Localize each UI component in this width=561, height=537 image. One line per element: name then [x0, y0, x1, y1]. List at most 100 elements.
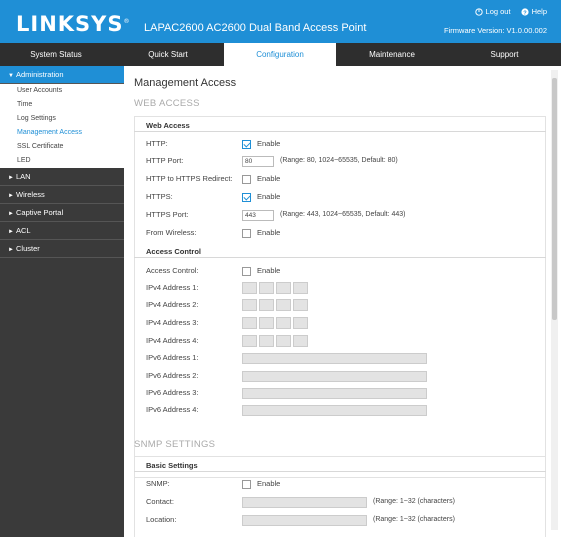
ipv4-octet-input[interactable] [276, 299, 291, 311]
sidebar-item-led[interactable]: LED [0, 154, 124, 168]
scrollbar-thumb[interactable] [552, 78, 557, 320]
vertical-scrollbar[interactable] [551, 70, 558, 530]
https-port-input[interactable]: 443 [242, 209, 274, 221]
ipv6-input[interactable] [242, 387, 427, 399]
ipv4-octet-input[interactable] [293, 299, 308, 311]
caret-down-icon: ▼ [8, 73, 14, 79]
https-port-label: HTTPS Port: [146, 210, 189, 219]
logout-link[interactable]: Log out [474, 7, 511, 16]
administration-submenu: User Accounts Time Log Settings Manageme… [0, 84, 124, 168]
ipv4-octet-input[interactable] [293, 317, 308, 329]
caret-right-icon: ► [8, 211, 14, 217]
ipv4-octet-input[interactable] [242, 282, 257, 294]
http-label: HTTP: [146, 139, 168, 148]
power-icon [474, 7, 483, 16]
help-icon: ? [520, 7, 529, 16]
main-content: Management Access WEB ACCESS Web Access … [124, 66, 561, 537]
ipv6-label: IPv6 Address 1: [146, 353, 199, 362]
sidebar-item-wireless[interactable]: ► Wireless [0, 186, 124, 204]
tab-system-status[interactable]: System Status [0, 43, 112, 66]
sidebar-item-captive-portal[interactable]: ► Captive Portal [0, 204, 124, 222]
access-control-enable-label: Enable [257, 266, 281, 275]
help-label: Help [531, 7, 547, 16]
sidebar-item-ssl-certificate[interactable]: SSL Certificate [0, 140, 124, 154]
ipv4-octet-input[interactable] [242, 299, 257, 311]
http-port-hint: (Range: 80, 1024~65535, Default: 80) [280, 157, 398, 164]
ipv4-octet-input[interactable] [242, 335, 257, 347]
https-port-hint: (Range: 443, 1024~65535, Default: 443) [280, 211, 406, 218]
ipv4-octet-input[interactable] [276, 335, 291, 347]
sidebar-item-user-accounts[interactable]: User Accounts [0, 84, 124, 98]
https-label: HTTPS: [146, 192, 173, 201]
snmp-section-title: SNMP SETTINGS [134, 439, 216, 450]
access-control-checkbox[interactable] [242, 266, 251, 276]
tab-quick-start[interactable]: Quick Start [112, 43, 224, 66]
sidebar-item-management-access[interactable]: Management Access [0, 126, 124, 140]
sidebar-item-cluster[interactable]: ► Cluster [0, 240, 124, 258]
tab-configuration[interactable]: Configuration [224, 43, 336, 66]
product-title: LAPAC2600 AC2600 Dual Band Access Point [144, 22, 367, 34]
ipv4-octet-input[interactable] [276, 317, 291, 329]
ipv6-label: IPv6 Address 2: [146, 371, 199, 380]
ipv6-input[interactable] [242, 404, 427, 416]
from-wireless-label: From Wireless: [146, 228, 197, 237]
http-checkbox[interactable] [242, 139, 251, 149]
contact-hint: (Range: 1~32 (characters) [373, 498, 455, 505]
snmp-label: SNMP: [146, 479, 170, 488]
from-wireless-enable-label: Enable [257, 228, 281, 237]
from-wireless-checkbox[interactable] [242, 228, 251, 238]
caret-right-icon: ► [8, 229, 14, 235]
ipv4-octet-input[interactable] [259, 317, 274, 329]
tab-maintenance[interactable]: Maintenance [336, 43, 448, 66]
svg-text:?: ? [523, 10, 527, 16]
access-control-subhead: Access Control [134, 245, 546, 258]
sidebar-item-lan[interactable]: ► LAN [0, 168, 124, 186]
https-enable-label: Enable [257, 192, 281, 201]
ipv4-octet-input[interactable] [293, 282, 308, 294]
page-title: Management Access [134, 77, 237, 89]
contact-input[interactable] [242, 496, 367, 508]
ipv4-octet-input[interactable] [259, 335, 274, 347]
http-port-input[interactable]: 80 [242, 155, 274, 167]
main-nav: System Status Quick Start Configuration … [0, 43, 561, 66]
http-enable-label: Enable [257, 139, 281, 148]
ipv6-input[interactable] [242, 352, 427, 364]
ipv4-label: IPv4 Address 2: [146, 300, 199, 309]
help-link[interactable]: ? Help [520, 7, 547, 16]
sidebar-item-administration[interactable]: ▼ Administration [0, 66, 124, 84]
sidebar-item-acl[interactable]: ► ACL [0, 222, 124, 240]
http-redirect-label: HTTP to HTTPS Redirect: [146, 174, 233, 183]
http-port-label: HTTP Port: [146, 156, 184, 165]
firmware-version: Firmware Version: V1.0.00.002 [444, 26, 547, 35]
caret-right-icon: ► [8, 247, 14, 253]
web-access-panel [134, 116, 546, 478]
ipv4-label: IPv4 Address 4: [146, 336, 199, 345]
ipv4-label: IPv4 Address 3: [146, 318, 199, 327]
http-redirect-checkbox[interactable] [242, 174, 251, 184]
location-input[interactable] [242, 514, 367, 526]
sidebar-item-time[interactable]: Time [0, 98, 124, 112]
ipv4-octet-input[interactable] [259, 282, 274, 294]
location-label: Location: [146, 515, 177, 524]
ipv4-octet-input[interactable] [293, 335, 308, 347]
header-bar: LINKSYS® LAPAC2600 AC2600 Dual Band Acce… [0, 0, 561, 43]
tab-support[interactable]: Support [448, 43, 561, 66]
snmp-enable-label: Enable [257, 479, 281, 488]
ipv6-input[interactable] [242, 370, 427, 382]
contact-label: Contact: [146, 497, 174, 506]
ipv4-octet-input[interactable] [242, 317, 257, 329]
snmp-checkbox[interactable] [242, 479, 251, 489]
caret-right-icon: ► [8, 175, 14, 181]
web-access-subhead: Web Access [134, 119, 546, 132]
sidebar-item-log-settings[interactable]: Log Settings [0, 112, 124, 126]
location-hint: (Range: 1~32 (characters) [373, 516, 455, 523]
ipv4-octet-input[interactable] [259, 299, 274, 311]
ipv6-label: IPv6 Address 4: [146, 405, 199, 414]
snmp-subhead: Basic Settings [134, 459, 546, 472]
caret-right-icon: ► [8, 193, 14, 199]
ipv4-octet-input[interactable] [276, 282, 291, 294]
web-access-section-title: WEB ACCESS [134, 98, 200, 109]
ipv6-label: IPv6 Address 3: [146, 388, 199, 397]
linksys-logo: LINKSYS® [16, 12, 131, 36]
https-checkbox[interactable] [242, 192, 251, 202]
